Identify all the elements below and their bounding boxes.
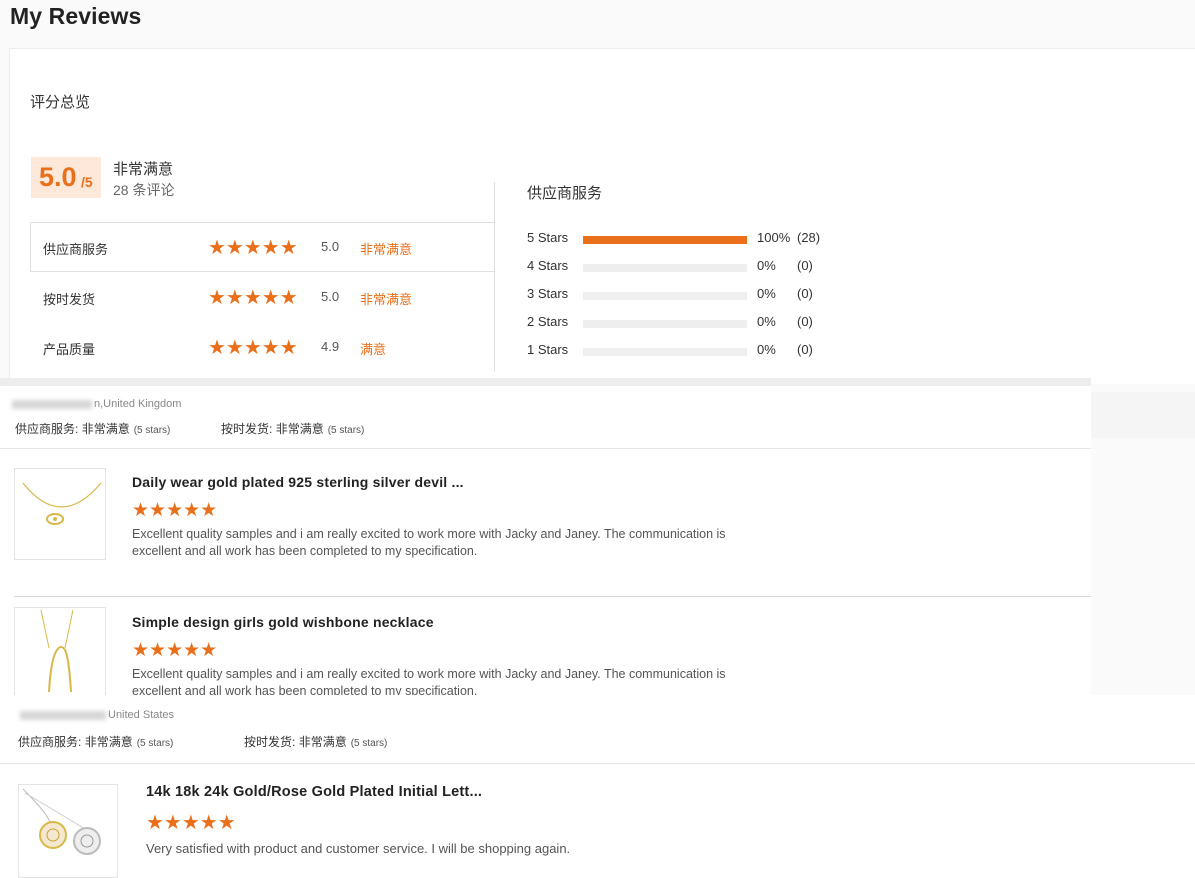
distribution-row[interactable]: 4 Stars 0% (0) xyxy=(527,258,847,276)
distribution-row[interactable]: 1 Stars 0% (0) xyxy=(527,342,847,360)
distribution-count: (0) xyxy=(797,258,813,273)
rating-summary-panel: 评分总览 5.0 /5 非常满意 28 条评论 供应商服务 ★★★★★ 5.0 … xyxy=(9,48,1195,384)
summary-heading: 评分总览 xyxy=(30,94,91,111)
divider xyxy=(30,271,495,272)
distribution-count: (0) xyxy=(797,286,813,301)
distribution-bar xyxy=(583,292,747,300)
overall-score: 5.0 xyxy=(39,162,77,192)
distribution-percent: 0% xyxy=(757,342,776,357)
distribution-count: (0) xyxy=(797,342,813,357)
distribution-bar xyxy=(583,264,747,272)
product-rating-stars: ★★★★★ xyxy=(132,640,218,661)
overall-score-badge: 5.0 /5 xyxy=(31,157,101,198)
distribution-row-label: 2 Stars xyxy=(527,314,569,329)
redacted-name xyxy=(20,710,106,720)
distribution-bar-fill xyxy=(583,236,747,244)
distribution-row-label: 4 Stars xyxy=(527,258,569,273)
reviewer-location: n,United Kingdom xyxy=(12,398,181,410)
metric-score-product-quality: 4.9 xyxy=(321,339,340,354)
divider xyxy=(30,222,31,272)
panel-background xyxy=(1091,392,1195,438)
distribution-title: 供应商服务 xyxy=(527,185,603,202)
metric-score-on-time-shipping: 5.0 xyxy=(321,289,340,304)
metric-score-supplier-service: 5.0 xyxy=(321,239,340,254)
product-title[interactable]: 14k 18k 24k Gold/Rose Gold Plated Initia… xyxy=(146,784,482,800)
distribution-percent: 0% xyxy=(757,286,776,301)
divider xyxy=(494,182,495,372)
review-card: n,United Kingdom 供应商服务: 非常满意 (5 stars) 按时… xyxy=(0,378,1091,699)
distribution-count: (28) xyxy=(797,230,821,245)
divider xyxy=(30,222,495,223)
metric-level-supplier-service: 非常满意 xyxy=(360,242,413,257)
review-text: Very satisfied with product and customer… xyxy=(146,841,571,856)
reviewer-location: United States xyxy=(20,709,174,721)
distribution-bar xyxy=(583,320,747,328)
distribution-percent: 0% xyxy=(757,314,776,329)
divider xyxy=(0,763,1195,764)
product-rating-stars: ★★★★★ xyxy=(146,812,236,834)
product-thumbnail[interactable] xyxy=(14,607,106,699)
metric-level-on-time-shipping: 非常满意 xyxy=(360,292,413,307)
distribution-bar xyxy=(583,348,747,356)
distribution-bar xyxy=(583,236,747,244)
page-title: My Reviews xyxy=(10,3,142,29)
redacted-name xyxy=(12,399,92,409)
divider xyxy=(14,596,1091,597)
overall-rating-label: 非常满意 xyxy=(113,161,174,178)
product-title[interactable]: Simple design girls gold wishbone neckla… xyxy=(132,614,434,630)
distribution-percent: 100% xyxy=(757,230,791,245)
product-rating-stars: ★★★★★ xyxy=(132,500,218,521)
product-thumbnail[interactable] xyxy=(14,468,106,560)
metric-level-product-quality: 满意 xyxy=(360,342,387,357)
reviewer-supplier-rating: 供应商服务: 非常满意 (5 stars) xyxy=(15,422,171,436)
metric-stars-supplier-service: ★★★★★ xyxy=(208,237,298,259)
review-count[interactable]: 28 条评论 xyxy=(113,180,174,200)
reviewer-supplier-rating: 供应商服务: 非常满意 (5 stars) xyxy=(18,735,174,749)
distribution-count: (0) xyxy=(797,314,813,329)
distribution-row-label: 5 Stars xyxy=(527,230,569,245)
distribution-row-label: 3 Stars xyxy=(527,286,569,301)
product-title[interactable]: Daily wear gold plated 925 sterling silv… xyxy=(132,474,464,490)
divider xyxy=(0,448,1091,449)
distribution-row[interactable]: 5 Stars 100% (28) xyxy=(527,230,847,248)
metric-stars-on-time-shipping: ★★★★★ xyxy=(208,287,298,309)
metric-label-product-quality[interactable]: 产品质量 xyxy=(43,339,95,358)
reviewer-shipping-rating: 按时发货: 非常满意 (5 stars) xyxy=(221,422,365,436)
metric-stars-product-quality: ★★★★★ xyxy=(208,337,298,359)
distribution-row[interactable]: 3 Stars 0% (0) xyxy=(527,286,847,304)
review-text: Excellent quality samples and i am reall… xyxy=(132,527,726,558)
metric-label-on-time-shipping[interactable]: 按时发货 xyxy=(43,289,95,308)
distribution-row-label: 1 Stars xyxy=(527,342,569,357)
overall-score-max: /5 xyxy=(81,174,93,190)
metric-label-supplier-service[interactable]: 供应商服务 xyxy=(43,239,108,258)
product-thumbnail[interactable] xyxy=(18,784,118,878)
reviewer-shipping-rating: 按时发货: 非常满意 (5 stars) xyxy=(244,735,388,749)
review-card: United States 供应商服务: 非常满意 (5 stars) 按时发货:… xyxy=(0,695,1195,878)
distribution-percent: 0% xyxy=(757,258,776,273)
distribution-row[interactable]: 2 Stars 0% (0) xyxy=(527,314,847,332)
